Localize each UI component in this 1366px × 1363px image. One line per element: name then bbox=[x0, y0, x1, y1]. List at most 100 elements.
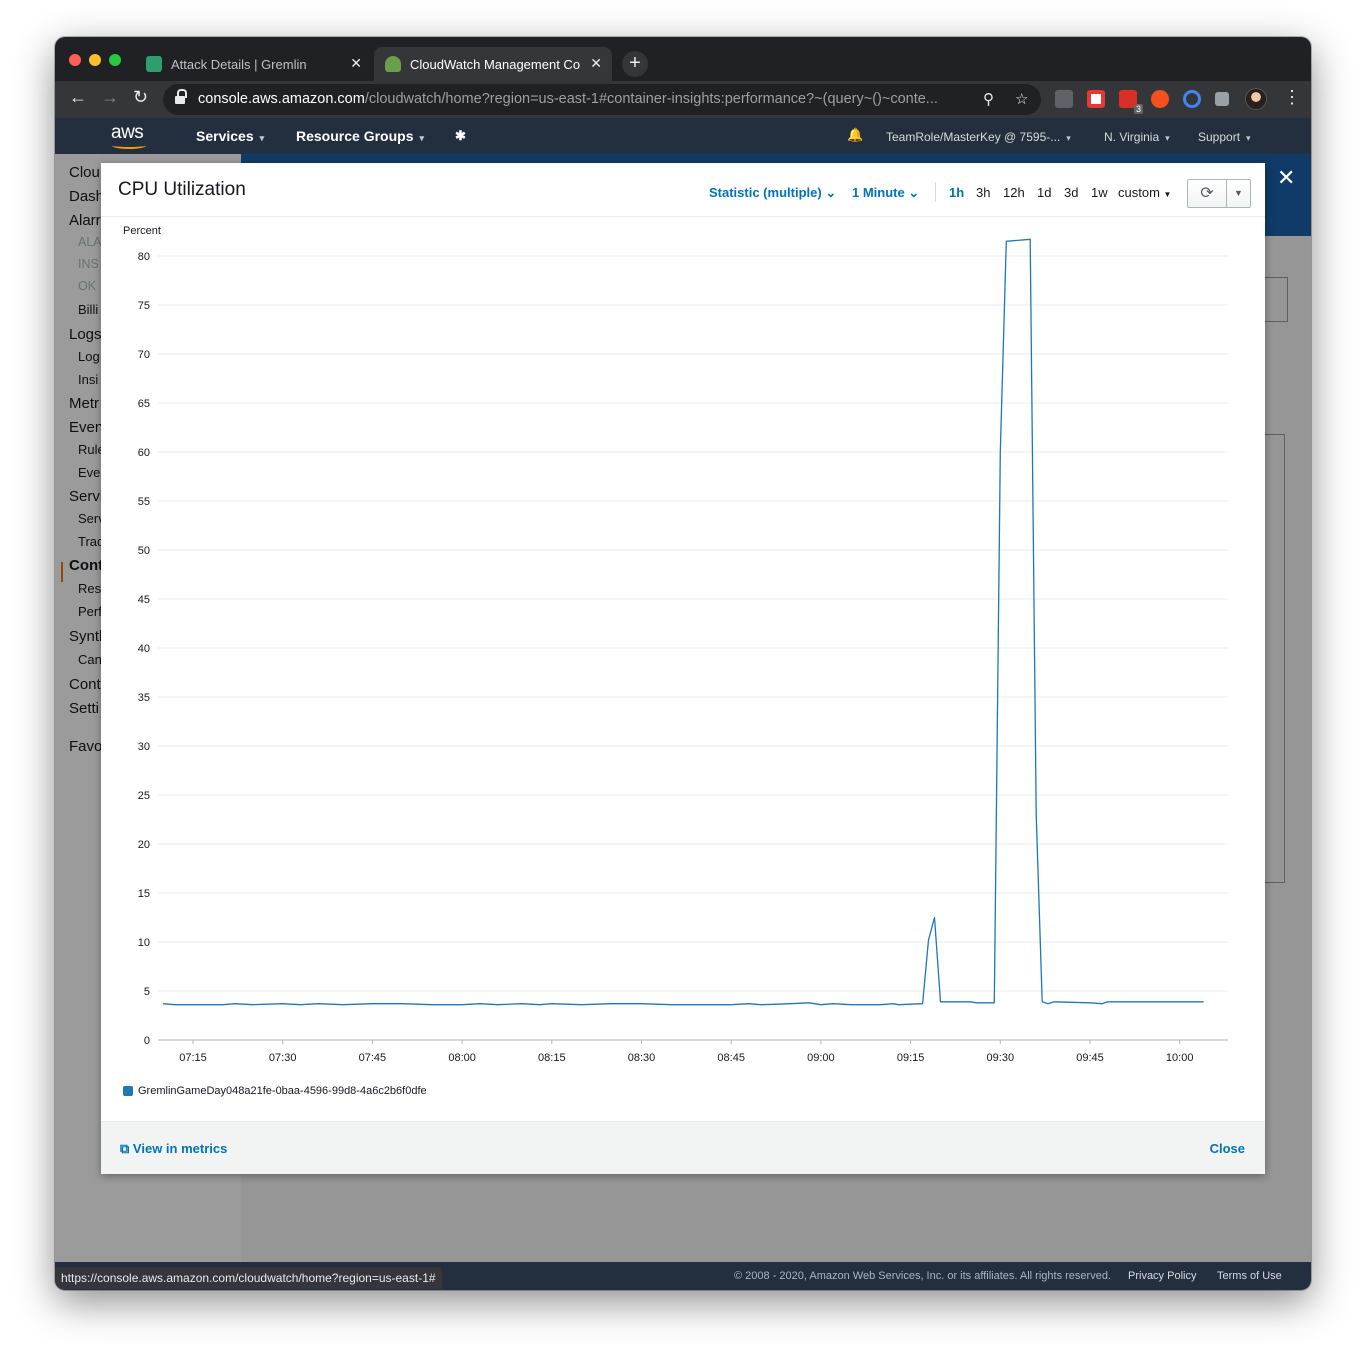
extension-sync-icon[interactable] bbox=[1183, 90, 1201, 108]
aws-top-nav: aws Services ▾ Resource Groups ▾ ✱ 🔔 TeamR… bbox=[55, 118, 1311, 154]
y-tick-label: 0 bbox=[144, 1035, 150, 1047]
y-tick-label: 60 bbox=[138, 447, 150, 459]
chart-legend[interactable]: GremlinGameDay048a21fe-0baa-4596-99d8-4a… bbox=[123, 1085, 427, 1097]
x-tick-label: 08:45 bbox=[717, 1052, 745, 1064]
view-in-metrics-link[interactable]: ⧉ View in metrics bbox=[120, 1141, 227, 1157]
x-tick-label: 09:15 bbox=[897, 1052, 925, 1064]
cpu-utilization-chart[interactable]: Percent 0 5 10 15 20 25 30 35 40 45 50 55 60 65 70 75 80 0… bbox=[101, 218, 1265, 1078]
chevron-down-icon: ⌄ bbox=[908, 185, 920, 200]
range-3h[interactable]: 3h bbox=[976, 185, 990, 200]
caret-down-icon: ▼ bbox=[1234, 188, 1243, 198]
reload-icon[interactable]: ↻ bbox=[133, 87, 148, 108]
statistic-dropdown[interactable]: Statistic (multiple) ⌄ bbox=[709, 185, 836, 201]
resource-groups-label: Resource Groups bbox=[296, 128, 414, 144]
backdrop-close-icon[interactable]: ✕ bbox=[1277, 165, 1295, 191]
account-menu[interactable]: TeamRole/MasterKey @ 7595-... ▾ bbox=[886, 130, 1071, 144]
window-zoom-button[interactable] bbox=[109, 54, 121, 66]
tab-cloudwatch[interactable]: CloudWatch Management Console ✕ bbox=[374, 47, 612, 81]
x-tick-label: 07:30 bbox=[269, 1052, 297, 1064]
x-tick-label: 07:15 bbox=[179, 1052, 207, 1064]
url-path: /cloudwatch/home?region=us-east-1#contai… bbox=[364, 91, 938, 107]
refresh-icon: ⟳ bbox=[1200, 185, 1214, 202]
modal-footer: ⧉ View in metrics Close bbox=[101, 1121, 1265, 1174]
y-tick-label: 15 bbox=[138, 888, 150, 900]
y-tick-label: 20 bbox=[138, 839, 150, 851]
header-divider bbox=[935, 182, 936, 202]
support-menu[interactable]: Support ▾ bbox=[1198, 130, 1251, 144]
range-3d[interactable]: 3d bbox=[1064, 185, 1078, 200]
gremlin-favicon-icon bbox=[146, 56, 162, 72]
custom-label: custom bbox=[1118, 185, 1160, 200]
extension-plus-icon[interactable] bbox=[1087, 90, 1105, 108]
back-icon[interactable]: ← bbox=[69, 87, 87, 108]
new-tab-button[interactable]: + bbox=[622, 51, 648, 77]
range-12h[interactable]: 12h bbox=[1003, 185, 1025, 200]
region-menu[interactable]: N. Virginia ▾ bbox=[1104, 130, 1170, 144]
y-tick-label: 5 bbox=[144, 986, 150, 998]
address-bar[interactable]: console.aws.amazon.com/cloudwatch/home?r… bbox=[163, 84, 1041, 115]
notifications-bell-icon[interactable]: 🔔 bbox=[847, 127, 863, 143]
modal-title: CPU Utilization bbox=[118, 179, 246, 200]
window-close-button[interactable] bbox=[69, 54, 81, 66]
range-custom[interactable]: custom ▼ bbox=[1118, 185, 1171, 200]
x-tick-label: 10:00 bbox=[1166, 1052, 1194, 1064]
range-1h[interactable]: 1h bbox=[949, 185, 964, 200]
aws-logo[interactable]: aws bbox=[111, 122, 144, 144]
x-tick-label: 08:15 bbox=[538, 1052, 566, 1064]
y-axis-label: Percent bbox=[123, 225, 161, 237]
url-host: console.aws.amazon.com bbox=[198, 91, 365, 107]
aws-logo-smile-icon bbox=[112, 142, 146, 149]
tab-strip: Attack Details | Gremlin ✕ CloudWatch Ma… bbox=[55, 37, 1311, 81]
refresh-button[interactable]: ⟳ bbox=[1187, 179, 1227, 208]
resource-groups-menu[interactable]: Resource Groups ▾ bbox=[296, 128, 424, 144]
y-tick-label: 50 bbox=[138, 545, 150, 557]
x-tick-label: 08:30 bbox=[628, 1052, 656, 1064]
extensions-puzzle-icon[interactable] bbox=[1215, 92, 1229, 106]
tab-title: CloudWatch Management Console bbox=[410, 56, 580, 72]
x-tick-label: 07:45 bbox=[359, 1052, 387, 1064]
extension-tabs-icon[interactable] bbox=[1055, 90, 1073, 108]
region-label: N. Virginia bbox=[1104, 130, 1160, 144]
y-tick-label: 35 bbox=[138, 692, 150, 704]
pin-icon[interactable]: ✱ bbox=[455, 128, 466, 144]
cpu-utilization-modal: CPU Utilization Statistic (multiple) ⌄ 1… bbox=[101, 163, 1265, 1174]
y-tick-label: 45 bbox=[138, 594, 150, 606]
window-minimize-button[interactable] bbox=[89, 54, 101, 66]
chevron-down-icon: ▾ bbox=[419, 133, 425, 143]
profile-avatar[interactable] bbox=[1245, 88, 1267, 110]
y-tick-label: 30 bbox=[138, 741, 150, 753]
services-label: Services bbox=[196, 128, 254, 144]
chevron-down-icon: ⌄ bbox=[825, 185, 837, 200]
tab-close-icon[interactable]: ✕ bbox=[590, 55, 602, 72]
statistic-label: Statistic (multiple) bbox=[709, 185, 822, 200]
y-tick-label: 40 bbox=[138, 643, 150, 655]
y-tick-label: 25 bbox=[138, 790, 150, 802]
period-dropdown[interactable]: 1 Minute ⌄ bbox=[852, 185, 919, 201]
services-menu[interactable]: Services ▾ bbox=[196, 128, 264, 144]
modal-header: CPU Utilization Statistic (multiple) ⌄ 1… bbox=[101, 163, 1265, 217]
link-status-bar: https://console.aws.amazon.com/cloudwatc… bbox=[55, 1267, 442, 1289]
zoom-icon[interactable]: ⚲ bbox=[983, 84, 994, 115]
y-tick-label: 70 bbox=[138, 349, 150, 361]
close-button[interactable]: Close bbox=[1210, 1141, 1245, 1156]
tab-close-icon[interactable]: ✕ bbox=[350, 55, 362, 72]
terms-of-use-link[interactable]: Terms of Use bbox=[1217, 1270, 1282, 1282]
range-1d[interactable]: 1d bbox=[1037, 185, 1051, 200]
privacy-policy-link[interactable]: Privacy Policy bbox=[1128, 1270, 1196, 1282]
forward-icon[interactable]: → bbox=[101, 87, 119, 108]
legend-swatch bbox=[123, 1086, 133, 1096]
x-tick-label: 09:00 bbox=[807, 1052, 835, 1064]
range-1w[interactable]: 1w bbox=[1091, 185, 1108, 200]
external-link-icon: ⧉ bbox=[120, 1141, 130, 1156]
browser-toolbar: ← → ↻ console.aws.amazon.com/cloudwatch/… bbox=[55, 81, 1311, 118]
y-tick-label: 75 bbox=[138, 300, 150, 312]
y-tick-label: 80 bbox=[138, 251, 150, 263]
period-label: 1 Minute bbox=[852, 185, 905, 200]
tab-gremlin[interactable]: Attack Details | Gremlin ✕ bbox=[135, 47, 372, 81]
bookmark-star-icon[interactable]: ☆ bbox=[1015, 84, 1028, 115]
extension-stop-icon[interactable] bbox=[1151, 90, 1169, 108]
browser-menu-icon[interactable]: ⋮ bbox=[1283, 87, 1301, 108]
legend-series-label: GremlinGameDay048a21fe-0baa-4596-99d8-4a… bbox=[138, 1085, 427, 1097]
extension-todo-icon[interactable]: 3 bbox=[1119, 90, 1143, 114]
refresh-options-button[interactable]: ▼ bbox=[1226, 179, 1251, 208]
